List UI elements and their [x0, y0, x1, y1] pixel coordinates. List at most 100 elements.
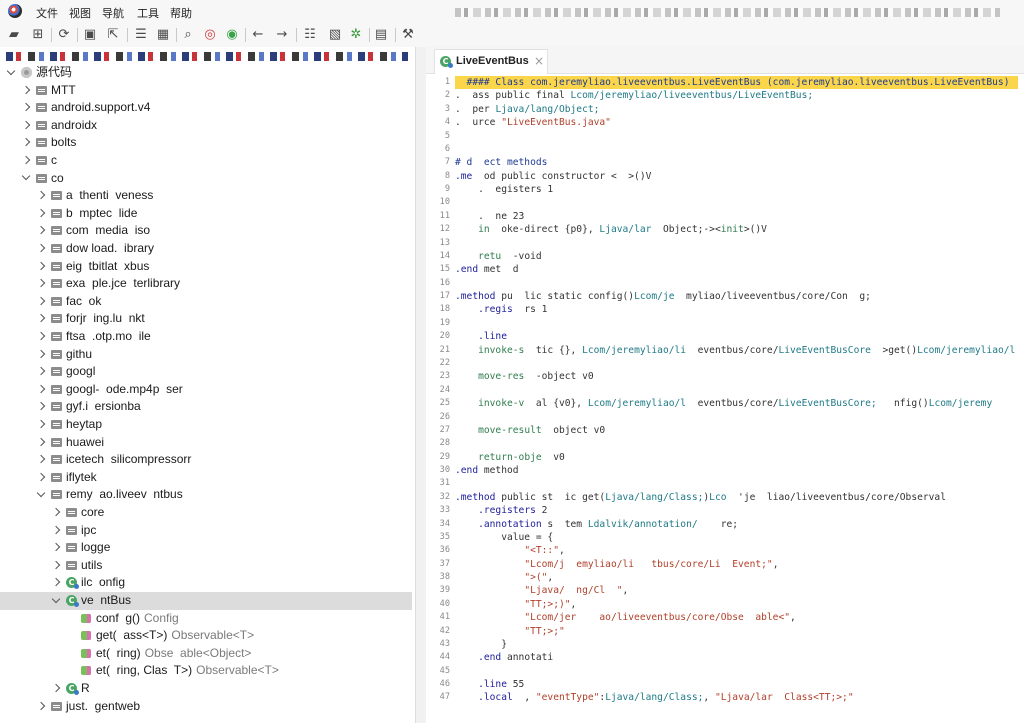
code-line[interactable]: .method pu lic static config()Lcom/je my…: [455, 290, 1024, 303]
tree-item[interactable]: fac ok: [0, 293, 412, 311]
tree-item[interactable]: android.support.v4: [0, 99, 412, 117]
tree-item[interactable]: ve ntBus: [0, 592, 412, 610]
code-line[interactable]: # d ect methods: [455, 156, 1024, 169]
code-line[interactable]: .annotation s tem Ldalvik/annotation/ re…: [455, 518, 1024, 531]
settings-wrench-icon[interactable]: ⚒: [399, 26, 417, 44]
code-line[interactable]: .end method: [455, 464, 1024, 477]
chevron-right-icon[interactable]: [36, 454, 46, 464]
chevron-right-icon[interactable]: [36, 472, 46, 482]
tree-item[interactable]: logge: [0, 539, 412, 557]
tab-liveeventbus[interactable]: LiveEventBus ×: [434, 49, 548, 74]
code-line[interactable]: . per Ljava/lang/Object;: [455, 103, 1024, 116]
code-line[interactable]: ">(",: [455, 571, 1024, 584]
tree-item[interactable]: dow load. ibrary: [0, 240, 412, 258]
find-text-icon[interactable]: ◉: [223, 26, 241, 44]
forward-icon[interactable]: →: [273, 26, 291, 44]
code-line[interactable]: .registers 2: [455, 504, 1024, 517]
tree-item[interactable]: MTT: [0, 82, 412, 100]
find-usage-icon[interactable]: ◎: [201, 26, 219, 44]
tree-item[interactable]: c: [0, 152, 412, 170]
deobfuscation-icon[interactable]: ☷: [301, 26, 319, 44]
menu-item-4[interactable]: 工具: [137, 5, 159, 21]
tree-item[interactable]: ilc onfig: [0, 574, 412, 592]
code-view[interactable]: 1 #### Class com.jeremyliao.liveeventbus…: [426, 76, 1024, 723]
chevron-right-icon[interactable]: [36, 402, 46, 411]
chevron-right-icon[interactable]: [51, 578, 61, 587]
code-line[interactable]: invoke-v al {v0}, Lcom/jeremyliao/l even…: [455, 397, 1024, 410]
chevron-right-icon[interactable]: [36, 261, 46, 270]
tree-item[interactable]: ftsa .otp.mo ile: [0, 328, 412, 346]
tree-item[interactable]: ipc: [0, 522, 412, 540]
chevron-right-icon[interactable]: [36, 208, 46, 218]
code-line[interactable]: . urce "LiveEventBus.java": [455, 116, 1024, 129]
code-line[interactable]: value = {: [455, 531, 1024, 544]
code-line[interactable]: [455, 237, 1024, 250]
chevron-right-icon[interactable]: [36, 366, 46, 376]
chevron-right-icon[interactable]: [36, 296, 46, 306]
tree-item[interactable]: get( ass<T>) Observable<T>: [0, 627, 412, 645]
code-line[interactable]: "TT;>;": [455, 625, 1024, 638]
code-line[interactable]: "Ljava/ ng/Cl ",: [455, 584, 1024, 597]
code-line[interactable]: [455, 196, 1024, 209]
code-line[interactable]: move-res -object v0: [455, 370, 1024, 383]
chevron-right-icon[interactable]: [21, 120, 31, 130]
tree-item[interactable]: R: [0, 680, 412, 698]
tree-item[interactable]: forjr ing.lu nkt: [0, 310, 412, 328]
menu-item-1[interactable]: 文件: [36, 5, 58, 21]
tree-item[interactable]: core: [0, 504, 412, 522]
code-line[interactable]: .line 55: [455, 678, 1024, 691]
tree-item[interactable]: githu: [0, 346, 412, 364]
chevron-right-icon[interactable]: [21, 102, 31, 112]
tree-item[interactable]: utils: [0, 557, 412, 575]
tree-item[interactable]: gyf.i ersionba: [0, 398, 412, 416]
chevron-right-icon[interactable]: [36, 701, 46, 710]
quark-icon[interactable]: ▧: [326, 26, 344, 44]
tree-item[interactable]: googl: [0, 363, 412, 381]
code-line[interactable]: [455, 477, 1024, 490]
code-line[interactable]: [455, 317, 1024, 330]
tree-item[interactable]: googl- ode.mp4p ser: [0, 381, 412, 399]
menu-item-5[interactable]: 帮助: [170, 5, 192, 21]
code-line[interactable]: invoke-s tic {}, Lcom/jeremyliao/li even…: [455, 344, 1024, 357]
chevron-right-icon[interactable]: [36, 314, 46, 323]
code-line[interactable]: }: [455, 638, 1024, 651]
chevron-right-icon[interactable]: [51, 683, 61, 693]
chevron-right-icon[interactable]: [36, 226, 46, 235]
chevron-down-icon[interactable]: [6, 66, 16, 75]
chevron-right-icon[interactable]: [21, 155, 31, 165]
code-line[interactable]: [455, 357, 1024, 370]
code-line[interactable]: .end annotati: [455, 651, 1024, 664]
package-view-icon[interactable]: ▦: [154, 26, 172, 44]
code-line[interactable]: "Lcom/j emyliao/li tbus/core/Li Event;",: [455, 558, 1024, 571]
code-line[interactable]: "Lcom/jer ao/liveeventbus/core/Obse able…: [455, 611, 1024, 624]
tree-item[interactable]: conf g() Config: [0, 610, 412, 628]
tree-item[interactable]: et( ring) Obse able<Object>: [0, 645, 412, 663]
chevron-right-icon[interactable]: [36, 419, 46, 429]
tree-item[interactable]: b mptec lide: [0, 205, 412, 223]
code-line[interactable]: #### Class com.jeremyliao.liveeventbus.L…: [455, 76, 1018, 90]
tree-item[interactable]: exa ple.jce terlibrary: [0, 275, 412, 293]
add-files-icon[interactable]: ⊞: [29, 26, 47, 44]
chevron-right-icon[interactable]: [36, 278, 46, 288]
tree-item[interactable]: bolts: [0, 134, 412, 152]
code-line[interactable]: move-result object v0: [455, 424, 1024, 437]
code-line[interactable]: in oke-direct {p0}, Ljava/lar Object;-><…: [455, 223, 1024, 236]
chevron-down-icon[interactable]: [51, 594, 61, 603]
debug-icon[interactable]: ✲: [347, 26, 365, 44]
tree-item[interactable]: co: [0, 170, 412, 188]
tree-item[interactable]: androidx: [0, 117, 412, 135]
code-line[interactable]: [455, 411, 1024, 424]
code-line[interactable]: .end met d: [455, 263, 1024, 276]
back-icon[interactable]: ←: [249, 26, 267, 44]
save-icon[interactable]: ▣: [81, 26, 99, 44]
tree-item[interactable]: icetech silicompressorr: [0, 451, 412, 469]
flatten-packages-icon[interactable]: ☰: [132, 26, 150, 44]
chevron-down-icon[interactable]: [36, 488, 46, 498]
chevron-right-icon[interactable]: [51, 542, 61, 552]
search-icon[interactable]: ⌕: [179, 26, 197, 44]
menu-item-3[interactable]: 导航: [102, 5, 124, 21]
menu-item-2[interactable]: 视图: [69, 5, 91, 21]
tree-item[interactable]: heytap: [0, 416, 412, 434]
tree-item[interactable]: com media iso: [0, 222, 412, 240]
reload-icon[interactable]: ⟳: [55, 26, 73, 44]
